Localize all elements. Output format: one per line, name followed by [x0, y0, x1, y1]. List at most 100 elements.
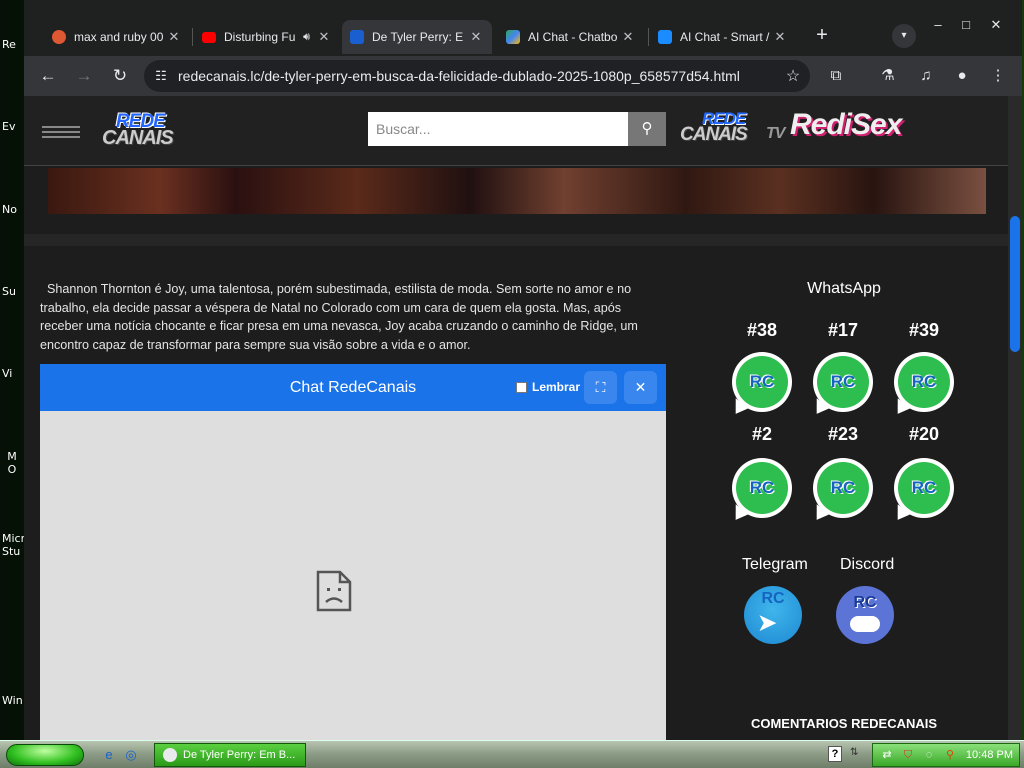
- redecanais-logo[interactable]: REDE CANAIS: [102, 112, 206, 148]
- tab-app-store[interactable]: AI Chat - Smart / ✕: [650, 20, 796, 54]
- minimize-button[interactable]: –: [924, 16, 952, 34]
- close-tab-icon[interactable]: ✕: [166, 29, 182, 45]
- whatsapp-icon[interactable]: RC: [890, 458, 954, 524]
- duckduckgo-icon: [52, 30, 66, 44]
- forward-button[interactable]: →: [72, 64, 96, 88]
- whatsapp-group-number: #39: [908, 320, 940, 340]
- desktop-icon-label[interactable]: Micro Stu: [2, 532, 32, 558]
- telegram-label: Telegram: [742, 556, 808, 573]
- whatsapp-icon[interactable]: RC: [809, 458, 873, 524]
- whatsapp-icon[interactable]: RC: [728, 458, 792, 524]
- desktop-icon-label[interactable]: No: [2, 203, 17, 216]
- maximize-button[interactable]: □: [952, 16, 980, 34]
- sad-page-icon: [316, 570, 352, 612]
- browser-quicklaunch-icon[interactable]: ◎: [122, 746, 140, 764]
- comments-heading: COMENTARIOS REDECANAIS: [750, 716, 938, 731]
- movie-synopsis: Shannon Thornton é Joy, uma talentosa, p…: [40, 282, 638, 352]
- reload-button[interactable]: ↻: [108, 64, 132, 88]
- taskbar-window-button[interactable]: De Tyler Perry: Em B...: [154, 743, 306, 767]
- discord-icon[interactable]: RC: [836, 586, 894, 644]
- tab-label: AI Chat - Smart /: [680, 30, 770, 44]
- tab-youtube[interactable]: Disturbing Fu 🔊︎ ✕: [194, 20, 340, 54]
- desktop-icon-label[interactable]: Re: [2, 38, 16, 51]
- taskbar-window-title: De Tyler Perry: Em B...: [183, 749, 296, 761]
- divider-band: [24, 234, 1008, 246]
- clock[interactable]: 10:48 PM: [966, 749, 1013, 761]
- tab-redecanais[interactable]: De Tyler Perry: E ✕: [342, 20, 492, 54]
- bookmark-star-icon[interactable]: ☆: [776, 66, 810, 86]
- google-play-icon: [506, 30, 520, 44]
- discord-label: Discord: [840, 556, 895, 573]
- tab-search-button[interactable]: ▾: [892, 24, 916, 48]
- scrollbar-thumb[interactable]: [1010, 216, 1020, 352]
- labs-flask-icon[interactable]: ⚗: [876, 64, 900, 88]
- whatsapp-icon[interactable]: RC: [728, 352, 792, 418]
- desktop-icon-label[interactable]: Ev: [2, 120, 15, 133]
- tab-label: AI Chat - Chatbo: [528, 30, 618, 44]
- close-tab-icon[interactable]: ✕: [316, 29, 332, 45]
- new-tab-button[interactable]: +: [810, 24, 834, 48]
- whatsapp-group-number: #38: [746, 320, 778, 340]
- network-icon[interactable]: ⇄: [880, 748, 894, 762]
- close-icon[interactable]: ✕: [624, 371, 657, 404]
- close-window-button[interactable]: ✕: [982, 16, 1010, 34]
- internet-explorer-icon[interactable]: e: [100, 746, 118, 764]
- help-icon[interactable]: ?: [828, 746, 842, 762]
- security-shield-icon[interactable]: ⛉: [901, 748, 915, 762]
- whatsapp-icon[interactable]: RC: [890, 352, 954, 418]
- whatsapp-title: WhatsApp: [807, 280, 881, 297]
- browser-window: max and ruby 00 ✕ Disturbing Fu 🔊︎ ✕ De …: [24, 0, 1022, 740]
- tab-strip: max and ruby 00 ✕ Disturbing Fu 🔊︎ ✕ De …: [24, 0, 1022, 56]
- close-tab-icon[interactable]: ✕: [468, 29, 484, 45]
- profile-icon[interactable]: ●: [950, 64, 974, 88]
- search-icon[interactable]: ⚲: [943, 748, 957, 762]
- desktop-icon-label[interactable]: M O: [2, 450, 22, 476]
- whatsapp-icon[interactable]: RC: [809, 352, 873, 418]
- redisex-logo[interactable]: RediSex: [790, 110, 902, 150]
- telegram-icon[interactable]: RC ➤: [744, 586, 802, 644]
- tab-duckduckgo[interactable]: max and ruby 00 ✕: [44, 20, 190, 54]
- whatsapp-group-number: #2: [751, 424, 773, 444]
- tray-arrow-icon[interactable]: ⇅: [850, 747, 858, 758]
- web-page: REDE CANAIS ⚲ REDE CANAIS TV RediSex Sha…: [24, 96, 1008, 740]
- back-button[interactable]: ←: [36, 64, 60, 88]
- extensions-icon[interactable]: ⧉: [824, 64, 848, 88]
- menu-kebab-icon[interactable]: ⋮: [986, 64, 1010, 88]
- movie-banner-image: [48, 168, 986, 214]
- site-search: ⚲: [368, 112, 666, 146]
- close-tab-icon[interactable]: ✕: [620, 29, 636, 45]
- site-info-icon[interactable]: ☷: [144, 68, 178, 84]
- tray-icon[interactable]: ◌: [922, 748, 936, 762]
- whatsapp-group-number: #17: [827, 320, 859, 340]
- checkbox-box[interactable]: [516, 381, 527, 393]
- desktop-icon-label[interactable]: Win: [2, 694, 23, 707]
- site-header: REDE CANAIS ⚲ REDE CANAIS TV RediSex: [24, 96, 1008, 166]
- search-input[interactable]: [368, 112, 628, 146]
- whatsapp-group-number: #20: [908, 424, 940, 444]
- remember-checkbox[interactable]: Lembrar: [516, 380, 580, 394]
- system-tray: ⇄ ⛉ ◌ ⚲ 10:48 PM: [872, 743, 1020, 767]
- chat-widget: Chat RedeCanais Lembrar ⛶ ✕: [40, 364, 666, 740]
- tab-label: Disturbing Fu: [224, 30, 296, 44]
- taskbar: e ◎ De Tyler Perry: Em B... ? ⇅ ⇄ ⛉ ◌ ⚲ …: [0, 740, 1024, 768]
- search-button[interactable]: ⚲: [628, 112, 666, 146]
- desktop-icon-label[interactable]: Vi: [2, 367, 12, 380]
- speaker-icon[interactable]: 🔊︎: [303, 31, 310, 44]
- chat-header: Chat RedeCanais Lembrar ⛶ ✕: [40, 364, 666, 411]
- start-button[interactable]: [6, 744, 84, 766]
- tab-google-play[interactable]: AI Chat - Chatbo ✕: [498, 20, 644, 54]
- fullscreen-icon[interactable]: ⛶: [584, 371, 617, 404]
- desktop-icon-label[interactable]: Su: [2, 285, 16, 298]
- close-tab-icon[interactable]: ✕: [772, 29, 788, 45]
- redecanais-tv-logo[interactable]: REDE CANAIS TV: [680, 110, 792, 150]
- page-scrollbar[interactable]: [1008, 96, 1022, 740]
- address-bar[interactable]: ☷ redecanais.lc/de-tyler-perry-em-busca-…: [144, 60, 810, 92]
- hamburger-menu-icon[interactable]: [42, 126, 80, 138]
- whatsapp-group-number: #23: [827, 424, 859, 444]
- sidebar-social: WhatsApp #38 #17 #39 RC RC RC #2 #23 #20…: [698, 280, 990, 740]
- url-text[interactable]: redecanais.lc/de-tyler-perry-em-busca-da…: [178, 68, 776, 84]
- youtube-icon: [202, 31, 216, 43]
- media-control-icon[interactable]: ♫: [914, 64, 938, 88]
- redecanais-icon: [350, 30, 364, 44]
- tab-label: De Tyler Perry: E: [372, 30, 464, 44]
